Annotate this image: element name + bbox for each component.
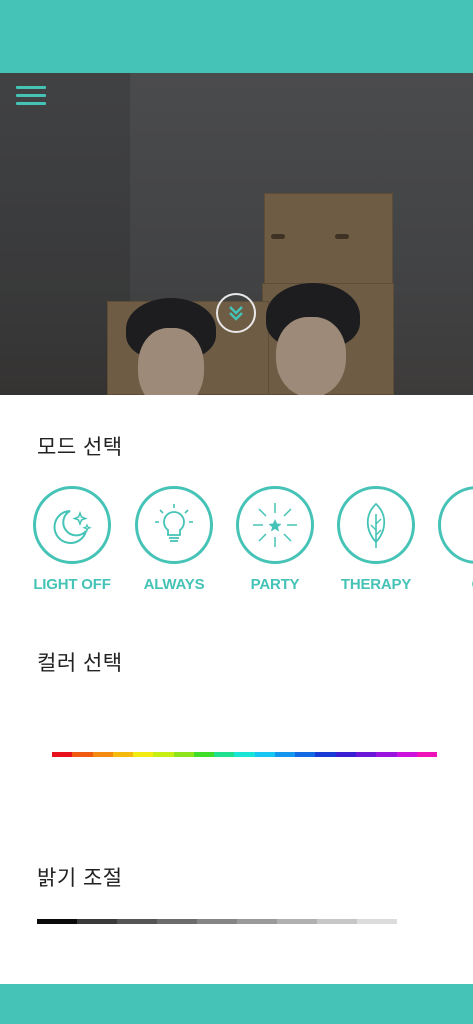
color-swatch[interactable]	[335, 752, 356, 757]
color-swatch[interactable]	[376, 752, 397, 757]
color-swatch[interactable]	[153, 752, 174, 757]
sparkle-star-icon	[253, 503, 297, 547]
scroll-down-button[interactable]	[216, 293, 256, 333]
mode-label: LIGHT OFF	[33, 576, 111, 593]
mode-partial[interactable]: C	[435, 486, 473, 593]
hero-box-top	[264, 193, 393, 285]
top-header-bar	[0, 0, 473, 73]
bottom-bar	[0, 984, 473, 1024]
color-swatch[interactable]	[173, 752, 194, 757]
color-swatch[interactable]	[193, 752, 215, 757]
mode-label: PARTY	[250, 576, 300, 593]
color-swatch[interactable]	[274, 752, 296, 757]
double-chevron-down-icon	[229, 306, 243, 321]
mode-label: THERAPY	[340, 576, 412, 593]
mode-section-title: 모드 선택	[37, 436, 123, 459]
brightness-section-title: 밝기 조절	[37, 867, 123, 890]
color-swatch[interactable]	[416, 752, 438, 757]
mode-list[interactable]: LIGHT OFF ALWAYS PARTY THERAPY	[0, 486, 473, 606]
mode-label: C	[435, 576, 473, 593]
color-swatch[interactable]	[214, 752, 235, 757]
color-swatch[interactable]	[92, 752, 113, 757]
color-swatch[interactable]	[355, 752, 377, 757]
brightness-level[interactable]	[117, 919, 157, 924]
mode-therapy[interactable]: THERAPY	[334, 486, 418, 593]
hero-person-right	[262, 283, 362, 395]
brightness-level[interactable]	[357, 919, 397, 924]
color-swatch[interactable]	[52, 752, 73, 757]
color-swatch[interactable]	[72, 752, 93, 757]
leaf-icon	[366, 502, 386, 548]
brightness-slider[interactable]	[37, 919, 397, 924]
color-swatch[interactable]	[133, 752, 154, 757]
brightness-level[interactable]	[197, 919, 237, 924]
brightness-level[interactable]	[77, 919, 117, 924]
partial-mode-icon	[457, 505, 473, 545]
color-swatch[interactable]	[396, 752, 417, 757]
mode-party[interactable]: PARTY	[233, 486, 317, 593]
color-section-title: 컬러 선택	[37, 652, 123, 675]
brightness-level[interactable]	[157, 919, 197, 924]
brightness-level[interactable]	[277, 919, 317, 924]
color-swatch[interactable]	[112, 752, 134, 757]
hero-person-left	[120, 298, 220, 395]
brightness-level[interactable]	[237, 919, 277, 924]
lightbulb-icon	[155, 504, 193, 542]
color-swatch[interactable]	[315, 752, 336, 757]
hero-photo	[0, 73, 473, 395]
color-swatch[interactable]	[254, 752, 275, 757]
moon-stars-icon	[53, 510, 92, 544]
brightness-level[interactable]	[37, 919, 77, 924]
hamburger-menu-icon[interactable]	[16, 86, 46, 108]
brightness-level[interactable]	[317, 919, 357, 924]
color-slider[interactable]	[52, 752, 438, 757]
color-swatch[interactable]	[295, 752, 316, 757]
mode-label: ALWAYS	[143, 576, 205, 593]
mode-always[interactable]: ALWAYS	[132, 486, 216, 593]
mode-light-off[interactable]: LIGHT OFF	[30, 486, 114, 593]
color-swatch[interactable]	[234, 752, 255, 757]
